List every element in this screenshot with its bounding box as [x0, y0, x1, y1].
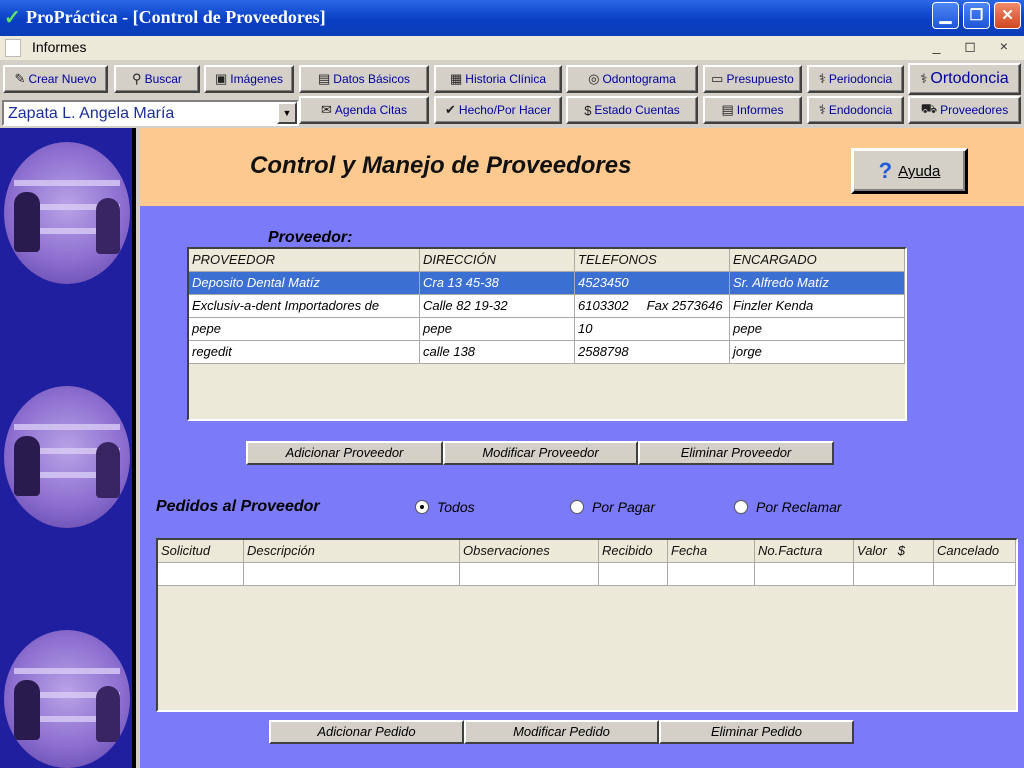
- tooth-icon: ⚕: [818, 102, 826, 117]
- id-card-icon: ▤: [318, 71, 331, 86]
- providers-table: PROVEEDOR DIRECCIÓN TELEFONOS ENCARGADO …: [187, 247, 907, 421]
- patient-select[interactable]: Zapata L. Angela María ▼: [2, 100, 299, 126]
- dropdown-arrow-icon[interactable]: ▼: [277, 102, 297, 124]
- page-title: Control y Manejo de Proveedores: [250, 152, 632, 179]
- pencil-icon: ✎: [14, 71, 26, 86]
- providers-table-header: PROVEEDOR DIRECCIÓN TELEFONOS ENCARGADO: [189, 249, 905, 272]
- datos-basicos-button[interactable]: ▤ Datos Básicos: [299, 65, 429, 93]
- table-row[interactable]: [158, 563, 1016, 586]
- maximize-button[interactable]: ❐: [963, 2, 990, 29]
- column-header[interactable]: Solicitud: [158, 540, 244, 563]
- column-header[interactable]: Fecha: [668, 540, 755, 563]
- odontogram-icon: ◎: [588, 71, 600, 86]
- column-header[interactable]: Descripción: [244, 540, 460, 563]
- mdi-window-controls[interactable]: _ ◻ ×: [933, 38, 1018, 55]
- close-button[interactable]: ✕: [994, 2, 1021, 29]
- tooth-icon: ⚕: [920, 71, 928, 86]
- camera-icon: ▣: [215, 71, 228, 86]
- window-title: ProPráctica - [Control de Proveedores]: [26, 7, 326, 27]
- menu-bar: Informes _ ◻ ×: [0, 36, 1024, 60]
- calendar-icon: ✉: [321, 102, 332, 117]
- delete-order-button[interactable]: Eliminar Pedido: [659, 720, 854, 744]
- column-header[interactable]: ENCARGADO: [730, 249, 905, 272]
- money-icon: $: [584, 102, 592, 118]
- help-button[interactable]: ? Ayuda: [851, 148, 968, 194]
- presupuesto-button[interactable]: ▭ Presupuesto: [703, 65, 802, 93]
- buscar-button[interactable]: ⚲ Buscar: [114, 65, 200, 93]
- truck-icon: ⛟: [920, 101, 938, 116]
- table-row[interactable]: pepe pepe 10 pepe: [189, 318, 905, 341]
- help-label: Ayuda: [898, 162, 941, 180]
- estado-cuentas-button[interactable]: $ Estado Cuentas: [566, 96, 698, 124]
- budget-icon: ▭: [711, 71, 724, 86]
- minimize-button[interactable]: ▁: [932, 2, 959, 29]
- report-icon: ▤: [721, 102, 734, 117]
- delete-provider-button[interactable]: Eliminar Proveedor: [638, 441, 834, 465]
- clinic-staff-photo: [4, 386, 130, 528]
- table-row[interactable]: Exclusiv-a-dent Importadores de Calle 82…: [189, 295, 905, 318]
- add-order-button[interactable]: Adicionar Pedido: [269, 720, 464, 744]
- filter-por-pagar-radio[interactable]: Por Pagar: [570, 499, 655, 515]
- help-icon: ?: [878, 158, 893, 183]
- app-check-icon: ✓: [4, 7, 21, 29]
- periodoncia-button[interactable]: ⚕ Periodoncia: [807, 65, 904, 93]
- hecho-por-hacer-button[interactable]: ✔ Hecho/Por Hacer: [434, 96, 562, 124]
- column-header[interactable]: PROVEEDOR: [189, 249, 420, 272]
- column-header[interactable]: TELEFONOS: [575, 249, 730, 272]
- modify-order-button[interactable]: Modificar Pedido: [464, 720, 659, 744]
- tooth-icon: ⚕: [818, 71, 826, 86]
- page-header: Control y Manejo de Proveedores ? Ayuda: [140, 128, 1024, 206]
- orders-table: Solicitud Descripción Observaciones Reci…: [156, 538, 1018, 712]
- providers-label: Proveedor:: [268, 229, 353, 246]
- filter-todos-radio[interactable]: Todos: [415, 499, 475, 515]
- title-bar: ✓ ProPráctica - [Control de Proveedores]…: [0, 0, 1024, 36]
- printer-icon: ▦: [450, 71, 463, 86]
- radio-icon: [734, 500, 748, 514]
- column-header[interactable]: DIRECCIÓN: [420, 249, 575, 272]
- endodoncia-button[interactable]: ⚕ Endodoncia: [807, 96, 904, 124]
- left-decorative-panel: [0, 128, 136, 768]
- clinic-staff-photo: [4, 630, 130, 768]
- historia-clinica-button[interactable]: ▦ Historia Clínica: [434, 65, 562, 93]
- binoculars-icon: ⚲: [132, 71, 142, 86]
- orders-table-header: Solicitud Descripción Observaciones Reci…: [158, 540, 1016, 563]
- add-provider-button[interactable]: Adicionar Proveedor: [246, 441, 443, 465]
- radio-selected-icon: [415, 500, 429, 514]
- patient-name: Zapata L. Angela María: [8, 105, 175, 122]
- proveedores-button[interactable]: ⛟ Proveedores: [908, 96, 1021, 124]
- agenda-citas-button[interactable]: ✉ Agenda Citas: [299, 96, 429, 124]
- orders-label: Pedidos al Proveedor: [156, 498, 320, 515]
- modify-provider-button[interactable]: Modificar Proveedor: [443, 441, 638, 465]
- table-row[interactable]: regedit calle 138 2588798 jorge: [189, 341, 905, 364]
- odontograma-button[interactable]: ◎ Odontograma: [566, 65, 698, 93]
- table-row[interactable]: Deposito Dental Matíz Cra 13 45-38 45234…: [189, 272, 905, 295]
- column-header[interactable]: Observaciones: [460, 540, 599, 563]
- radio-icon: [570, 500, 584, 514]
- column-header[interactable]: Valor $: [854, 540, 934, 563]
- checkmark-icon: ✔: [445, 102, 456, 117]
- filter-por-reclamar-radio[interactable]: Por Reclamar: [734, 499, 842, 515]
- column-header[interactable]: Cancelado: [934, 540, 1016, 563]
- ortodoncia-button[interactable]: ⚕ Ortodoncia: [908, 63, 1021, 95]
- menu-informes[interactable]: Informes: [32, 39, 86, 55]
- column-header[interactable]: Recibido: [599, 540, 668, 563]
- main-panel: Control y Manejo de Proveedores ? Ayuda …: [140, 128, 1024, 768]
- column-header[interactable]: No.Factura: [755, 540, 854, 563]
- crear-nuevo-button[interactable]: ✎ Crear Nuevo: [3, 65, 108, 93]
- imagenes-button[interactable]: ▣ Imágenes: [204, 65, 294, 93]
- informes-button[interactable]: ▤ Informes: [703, 96, 802, 124]
- document-icon: [5, 39, 21, 57]
- clinic-staff-photo: [4, 142, 130, 284]
